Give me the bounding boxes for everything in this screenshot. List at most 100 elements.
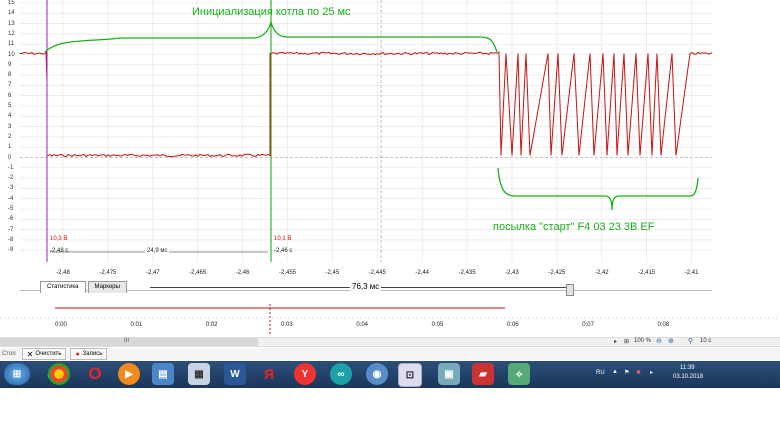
y-tick-label: -9: [8, 247, 14, 254]
y-tick-label: 1: [8, 144, 12, 151]
tray-flag-icon[interactable]: ⚑: [624, 369, 629, 376]
horizontal-scrollbar[interactable]: III ▸ ⊞ 100 % ⊖ ⊕ ⚲ 10 с: [0, 337, 780, 347]
overview-time-label: 0:02: [205, 322, 218, 328]
clear-button[interactable]: ✕ Очистить: [21, 348, 67, 360]
time-per-div: 10 с: [700, 338, 712, 344]
taskbar: ⊞ e O ▶ ▤ ▦ W Я Y ∞ ◉ ⊡ ▣ ▰ ⟡ RU ▲ ⚑ ✖ ▸…: [0, 361, 780, 388]
y-tick-label: 8: [8, 72, 12, 79]
tab-bar: Статистика Маркеры: [40, 281, 129, 293]
scrollbar-grip: III: [124, 338, 130, 344]
overview-time-label: 0:00: [55, 322, 67, 328]
overview-strip[interactable]: [0, 300, 780, 336]
y-tick-label: 10: [8, 51, 15, 58]
tray-volume-icon[interactable]: ▸: [650, 369, 653, 376]
y-tick-label: -5: [8, 206, 14, 212]
x-tick-label: -2,48: [56, 270, 70, 276]
y-tick-label: 15: [8, 0, 15, 6]
marker2-time: -2,46 с: [274, 248, 293, 254]
tab-statistics[interactable]: Статистика: [40, 281, 86, 293]
oscilloscope-plot[interactable]: [0, 0, 780, 268]
y-tick-label: 13: [8, 20, 15, 27]
status-bar: Стоп ✕ Очистить ● Запись: [0, 348, 780, 360]
yandex-icon[interactable]: Я: [258, 363, 280, 385]
picoscope-icon[interactable]: ⊡: [398, 363, 422, 387]
yandex-browser-icon[interactable]: Y: [294, 363, 316, 385]
annotation-init: Инициализация котла по 25 мс: [192, 6, 351, 18]
timebase-slider-handle[interactable]: [566, 284, 574, 296]
zoom-fit-icon[interactable]: ⊞: [624, 338, 629, 345]
marker1-voltage: 10,3 В: [50, 236, 68, 242]
clear-label: Очистить: [35, 351, 62, 357]
toolbox-icon[interactable]: ▰: [472, 363, 494, 385]
search-icon[interactable]: ⚲: [688, 337, 693, 345]
y-tick-label: -8: [8, 236, 14, 243]
timebase-label: 76,3 мс: [350, 282, 382, 291]
x-tick-label: -2,47: [145, 270, 160, 276]
media-player-icon[interactable]: ▶: [118, 363, 140, 385]
marker-interval: 24,9 мс: [145, 248, 170, 254]
y-tick-label: 0: [8, 154, 12, 161]
clock-date[interactable]: 03.10.2018: [673, 374, 703, 380]
close-icon: ✕: [26, 349, 34, 359]
overview-time-label: 0:03: [281, 322, 293, 328]
x-tick-label: -2,445: [368, 270, 386, 276]
overview-time-label: 0:04: [356, 322, 369, 328]
arduino-icon[interactable]: ∞: [330, 363, 352, 385]
marker1-time: -2,48 с: [50, 248, 69, 254]
annotation-start-packet: посылка "старт" F4 03 23 3B EF: [493, 221, 655, 233]
zoom-level: 100 %: [634, 338, 652, 344]
clock-time[interactable]: 11:39: [680, 365, 695, 371]
y-tick-label: 4: [8, 113, 12, 120]
record-label: Запись: [82, 351, 103, 357]
y-tick-label: -1: [8, 164, 14, 171]
calculator-icon[interactable]: ▦: [188, 363, 210, 385]
explorer-icon[interactable]: ▤: [152, 363, 174, 385]
overview-time-label: 0:01: [130, 322, 143, 328]
start-button-icon[interactable]: ⊞: [4, 363, 30, 385]
y-tick-label: -4: [8, 195, 14, 202]
start-packet-brace: [497, 167, 699, 211]
y-tick-label: 3: [8, 123, 12, 130]
x-tick-label: -2,425: [548, 270, 566, 276]
zoom-in-icon[interactable]: ⊕: [668, 337, 674, 345]
record-icon: ●: [75, 350, 80, 358]
x-tick-label: -2,46: [235, 270, 250, 276]
word-icon[interactable]: W: [224, 363, 246, 385]
y-tick-label: 11: [8, 41, 15, 48]
x-tick-label: -2,415: [638, 270, 656, 276]
chrome-icon[interactable]: [48, 363, 70, 385]
language-indicator[interactable]: RU: [596, 370, 605, 376]
y-tick-label: -2: [8, 175, 14, 182]
tab-markers[interactable]: Маркеры: [87, 281, 127, 293]
overview-time-label: 0:05: [431, 322, 444, 328]
zoom-out-icon[interactable]: ⊖: [656, 337, 662, 345]
y-tick-label: 9: [8, 61, 12, 68]
y-tick-label: -6: [8, 216, 14, 223]
signal-trace: [19, 51, 713, 158]
y-tick-label: 2: [8, 133, 12, 140]
tray-network-icon[interactable]: ✖: [636, 369, 641, 376]
overview-time-label: 0:07: [582, 322, 594, 328]
scroll-right-icon[interactable]: ▸: [614, 338, 617, 345]
stop-label[interactable]: Стоп: [2, 351, 16, 357]
tray-arrow-icon[interactable]: ▲: [612, 369, 618, 375]
x-tick-label: -2,465: [189, 270, 207, 276]
y-tick-label: 5: [8, 103, 12, 109]
y-tick-label: 14: [8, 10, 15, 17]
overview-time-label: 0:06: [506, 322, 519, 328]
x-tick-label: -2,41: [684, 270, 699, 276]
network-app-icon[interactable]: ◉: [366, 363, 388, 385]
overview-time-label: 0:08: [657, 322, 670, 328]
x-tick-label: -2,455: [278, 270, 297, 276]
x-tick-label: -2,42: [594, 270, 609, 276]
network-diagram-icon[interactable]: ⟡: [508, 363, 530, 385]
opera-icon[interactable]: O: [84, 363, 106, 385]
x-tick-label: -2,44: [415, 270, 430, 276]
x-tick-label: -2,475: [99, 270, 117, 276]
y-tick-label: 7: [8, 82, 12, 89]
y-tick-label: 6: [8, 92, 12, 99]
record-button[interactable]: ● Запись: [70, 348, 108, 360]
marker2-voltage: 10,1 В: [274, 236, 292, 242]
control-panel-icon[interactable]: ▣: [438, 363, 460, 385]
y-tick-label: -7: [8, 226, 14, 233]
